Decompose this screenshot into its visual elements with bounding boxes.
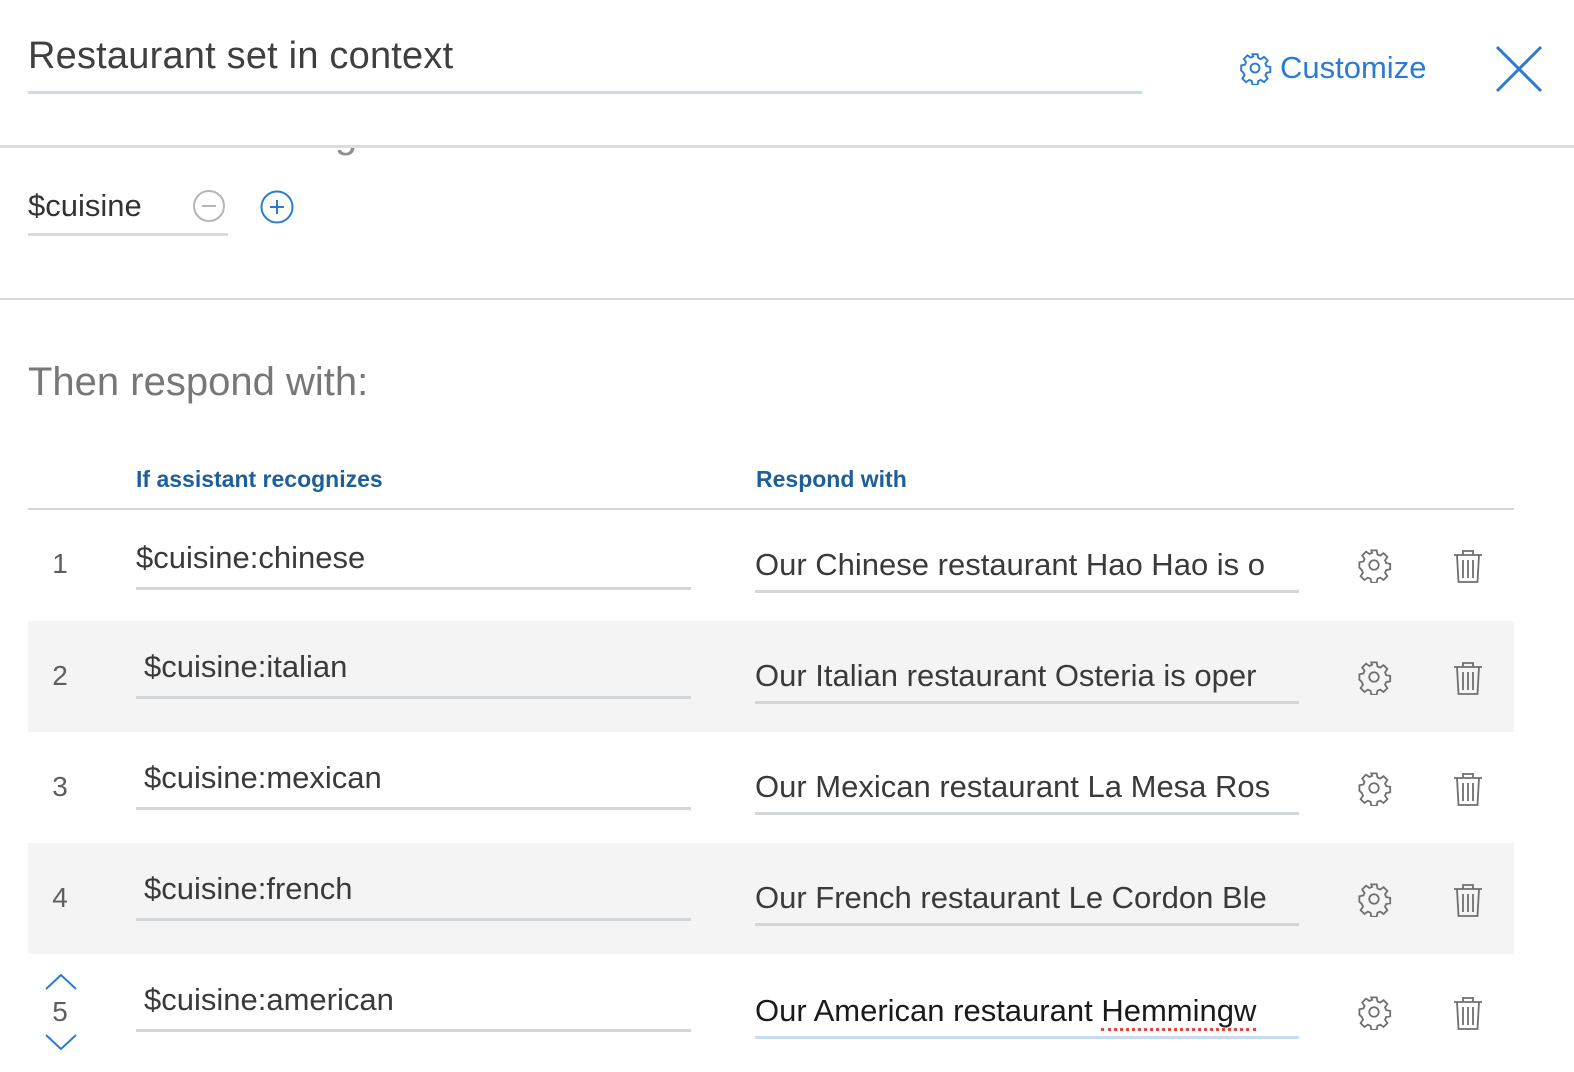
gear-icon[interactable]	[1356, 994, 1392, 1030]
response-field[interactable]: Our French restaurant Le Cordon Ble	[755, 870, 1299, 926]
chevron-up-icon[interactable]	[44, 972, 78, 992]
chevron-down-icon[interactable]	[44, 1032, 78, 1052]
misspelled-word: Hemmingw	[1101, 993, 1257, 1031]
condition-field[interactable]: $cuisine:italian	[136, 643, 691, 699]
condition-field[interactable]: $cuisine:mexican	[136, 754, 691, 810]
response-row: 1 $cuisine:chinese Our Chinese restauran…	[28, 510, 1514, 621]
row-number: 2	[52, 660, 68, 691]
modal-header: Restaurant set in context Customize	[0, 0, 1574, 148]
response-row: 4 $cuisine:french Our French restaurant …	[28, 843, 1514, 954]
gear-icon[interactable]	[1356, 659, 1392, 695]
response-row-active: 5 $cuisine:american Our American restaur…	[28, 954, 1514, 1065]
row-number: 4	[52, 882, 68, 913]
trash-icon[interactable]	[1452, 771, 1484, 807]
condition-text[interactable]: $cuisine:chinese	[136, 540, 365, 576]
gear-icon[interactable]	[1356, 547, 1392, 583]
condition-field[interactable]: $cuisine:french	[136, 865, 691, 921]
section-divider	[0, 298, 1574, 300]
customize-label: Customize	[1280, 50, 1427, 85]
customize-button[interactable]: Customize	[1238, 48, 1426, 88]
trash-icon[interactable]	[1452, 548, 1484, 584]
row-number: 1	[52, 548, 68, 579]
close-icon[interactable]	[1492, 42, 1546, 96]
response-text-prefix: Our American restaurant	[755, 993, 1102, 1028]
context-variable-name[interactable]: $cuisine	[28, 188, 142, 223]
trash-icon[interactable]	[1452, 660, 1484, 696]
condition-text[interactable]: $cuisine:american	[144, 982, 394, 1018]
response-text[interactable]: Our American restaurant Hemmingw	[755, 993, 1257, 1031]
condition-text[interactable]: $cuisine:french	[144, 871, 353, 907]
row-number: 5	[52, 996, 68, 1027]
minus-circle-icon[interactable]	[192, 189, 226, 223]
gear-icon	[1240, 53, 1272, 85]
response-text[interactable]: Our Chinese restaurant Hao Hao is o	[755, 547, 1265, 583]
response-text[interactable]: Our French restaurant Le Cordon Ble	[755, 880, 1267, 916]
condition-field[interactable]: $cuisine:chinese	[136, 534, 691, 590]
trash-icon[interactable]	[1452, 995, 1484, 1031]
response-field[interactable]: Our Italian restaurant Osteria is oper	[755, 648, 1299, 704]
condition-field[interactable]: $cuisine:american	[136, 976, 691, 1032]
response-text[interactable]: Our Mexican restaurant La Mesa Ros	[755, 769, 1270, 805]
gear-icon[interactable]	[1356, 770, 1392, 806]
response-row: 3 $cuisine:mexican Our Mexican restauran…	[28, 732, 1514, 843]
condition-column-header: If assistant recognizes	[136, 466, 383, 492]
respond-section-title: Then respond with:	[28, 360, 369, 404]
response-column-header: Respond with	[756, 466, 907, 492]
condition-text[interactable]: $cuisine:mexican	[144, 760, 382, 796]
response-text[interactable]: Our Italian restaurant Osteria is oper	[755, 658, 1256, 694]
plus-circle-icon[interactable]	[259, 189, 295, 225]
condition-text[interactable]: $cuisine:italian	[144, 649, 347, 685]
trash-icon[interactable]	[1452, 882, 1484, 918]
gear-icon[interactable]	[1356, 881, 1392, 917]
response-field[interactable]: Our Chinese restaurant Hao Hao is o	[755, 537, 1299, 593]
node-title-field[interactable]: Restaurant set in context	[28, 30, 1142, 94]
row-number: 3	[52, 771, 68, 802]
response-field[interactable]: Our American restaurant Hemmingw	[755, 983, 1299, 1039]
response-field[interactable]: Our Mexican restaurant La Mesa Ros	[755, 759, 1299, 815]
node-title[interactable]: Restaurant set in context	[28, 35, 453, 77]
response-row: 2 $cuisine:italian Our Italian restauran…	[28, 621, 1514, 732]
